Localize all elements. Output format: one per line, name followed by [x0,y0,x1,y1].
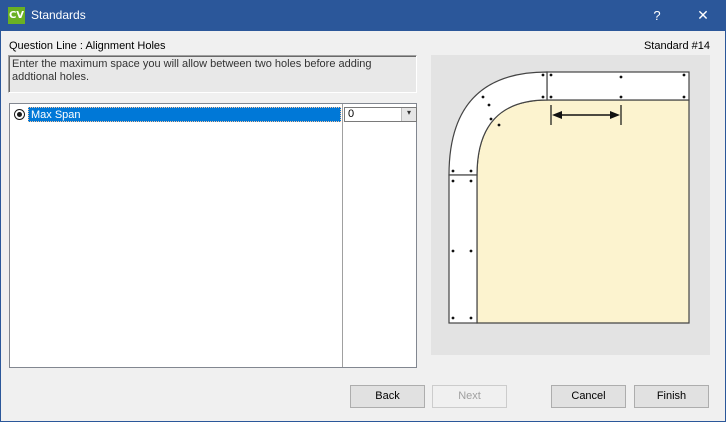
standard-number-label: Standard #14 [643,40,710,52]
back-button[interactable]: Back [350,385,425,408]
max-span-value-field[interactable]: 0 ▾ [344,107,417,122]
finish-button[interactable]: Finish [634,385,709,408]
grid-row-max-span[interactable]: Max Span 0 ▾ [10,106,417,123]
alignment-holes-diagram [431,55,710,355]
app-logo-icon: CV [8,7,25,24]
grid-column-divider [342,104,343,367]
grid-row-label[interactable]: Max Span [28,107,341,122]
question-line-label: Question Line : Alignment Holes [9,40,166,52]
close-button[interactable]: ✕ [680,0,726,31]
title-bar: CV Standards ? ✕ [0,0,726,31]
help-button[interactable]: ? [634,0,680,31]
chevron-down-icon[interactable]: ▾ [401,108,416,121]
max-span-value[interactable]: 0 [348,108,354,121]
selected-radio-icon[interactable] [14,109,25,120]
description-box: Enter the maximum space you will allow b… [8,55,417,93]
property-grid: Max Span 0 ▾ [9,103,417,368]
next-button[interactable]: Next [432,385,507,408]
alignment-holes-corner-diagram-icon [448,71,690,324]
window-title: Standards [31,8,86,22]
cancel-button[interactable]: Cancel [551,385,626,408]
